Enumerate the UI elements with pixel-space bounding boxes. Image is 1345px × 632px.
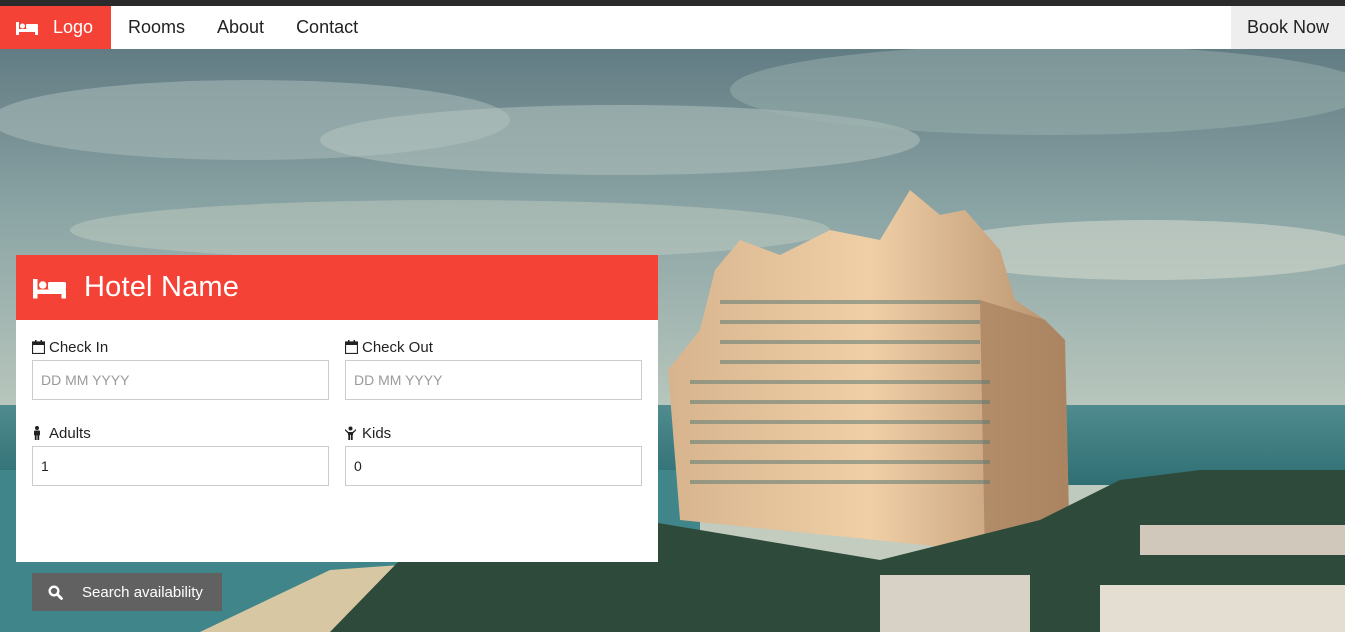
- bed-icon: [32, 276, 67, 300]
- calendar-icon: [344, 340, 359, 355]
- adults-field: Adults: [32, 424, 329, 486]
- check-in-label-row: Check In: [31, 338, 329, 356]
- search-icon: [48, 584, 63, 600]
- adults-label-row: Adults: [32, 424, 329, 442]
- nav-item-rooms[interactable]: Rooms: [111, 6, 201, 49]
- check-out-label: Check Out: [362, 338, 433, 356]
- check-out-field: Check Out: [344, 338, 642, 400]
- adults-input[interactable]: [32, 446, 329, 486]
- check-out-label-row: Check Out: [344, 338, 642, 356]
- book-now-button[interactable]: Book Now: [1231, 6, 1345, 49]
- search-availability-label: Search availability: [82, 583, 203, 601]
- hotel-name-title: Hotel Name: [84, 271, 240, 303]
- check-in-field: Check In: [31, 338, 329, 400]
- card-header: Hotel Name: [16, 255, 658, 320]
- male-icon: [32, 426, 45, 440]
- calendar-icon: [31, 340, 46, 355]
- logo-link[interactable]: Logo: [0, 6, 111, 49]
- nav-item-about[interactable]: About: [201, 6, 280, 49]
- nav-item-contact[interactable]: Contact: [280, 6, 374, 49]
- check-out-input[interactable]: [345, 360, 642, 400]
- booking-card: Hotel Name Check In Check Out: [16, 255, 658, 611]
- top-navbar: Logo Rooms About Contact Book Now: [0, 6, 1345, 49]
- bed-icon: [16, 20, 38, 36]
- child-icon: [345, 426, 358, 440]
- kids-input[interactable]: [345, 446, 642, 486]
- logo-label: Logo: [53, 17, 94, 37]
- kids-field: Kids: [345, 424, 642, 486]
- kids-label: Kids: [362, 424, 392, 442]
- check-in-input[interactable]: [32, 360, 329, 400]
- check-in-label: Check In: [49, 338, 109, 356]
- search-availability-button[interactable]: Search availability: [32, 573, 222, 611]
- kids-label-row: Kids: [345, 424, 642, 442]
- adults-label: Adults: [49, 424, 91, 442]
